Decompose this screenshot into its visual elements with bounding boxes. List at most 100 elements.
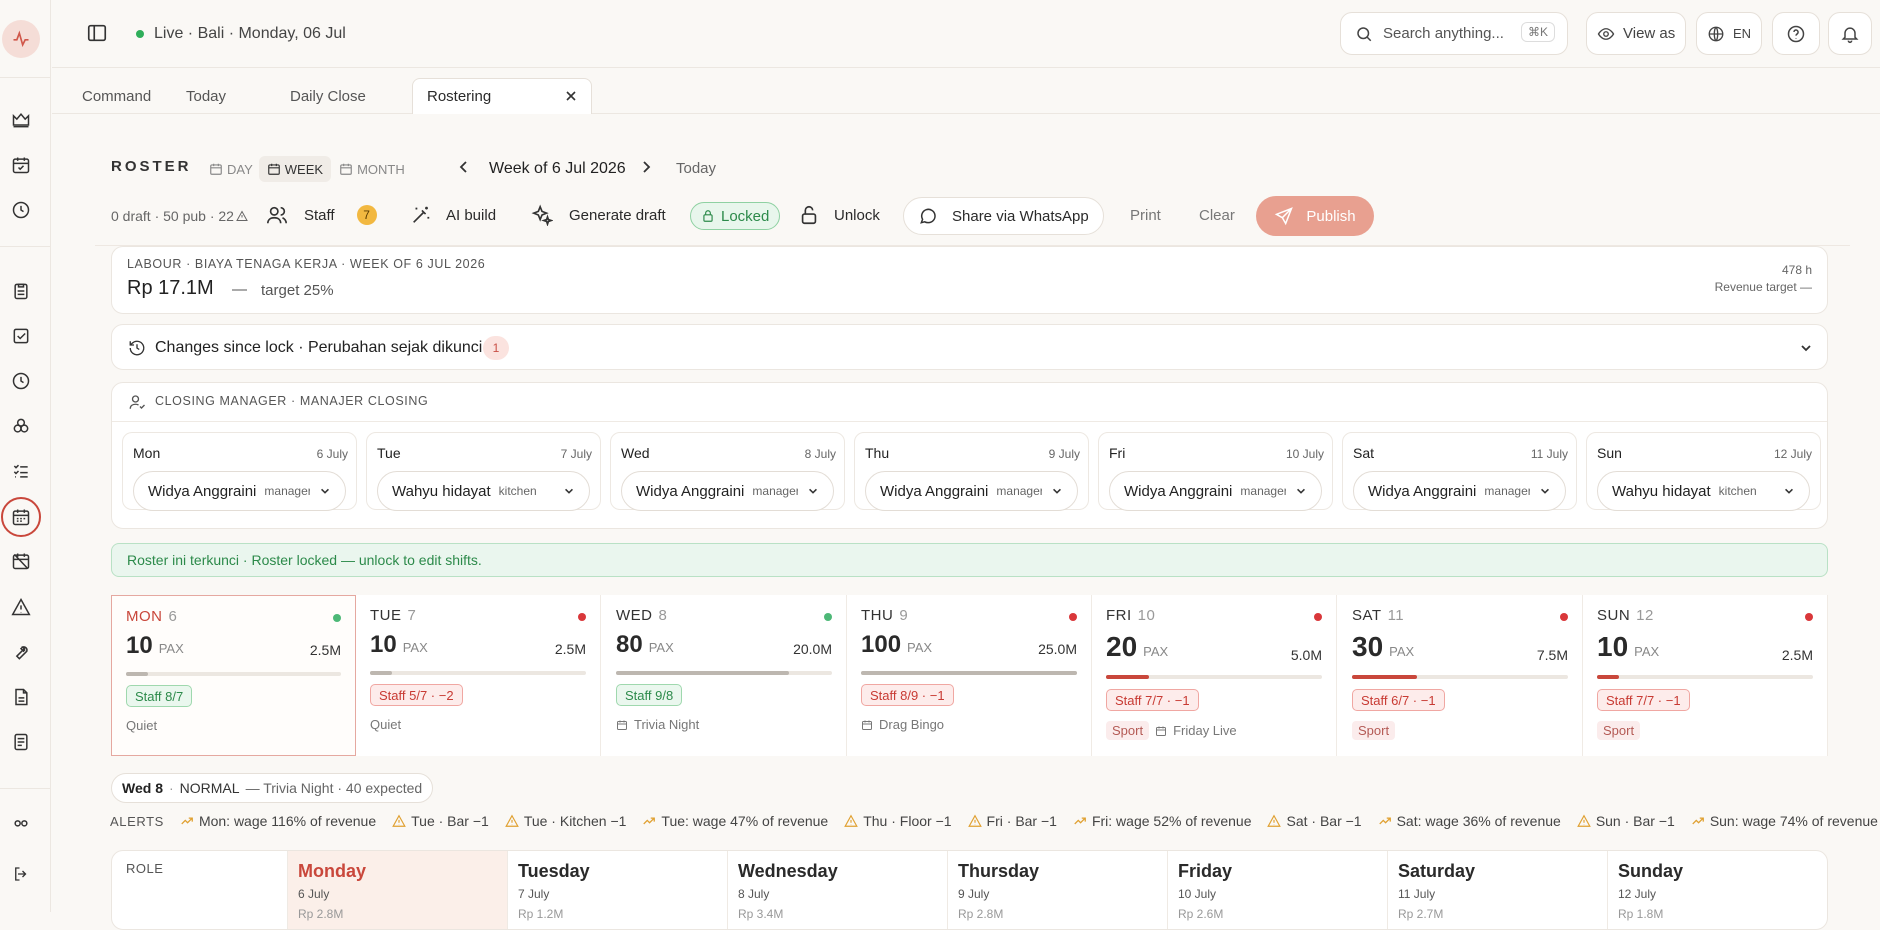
receipt-icon[interactable] xyxy=(9,730,33,754)
closing-manager-select[interactable]: Widya Anggraini manager xyxy=(1109,471,1322,511)
closing-manager-select[interactable]: Widya Anggraini manager xyxy=(133,471,346,511)
tab-rostering[interactable]: Rostering xyxy=(412,78,592,114)
closing-manager-select[interactable]: Wahyu hidayat kitchen xyxy=(1597,471,1810,511)
calendar-off-icon[interactable] xyxy=(9,549,33,573)
tab-today[interactable]: Today xyxy=(172,78,240,114)
next-week-icon[interactable] xyxy=(640,159,652,175)
alert-text: Sat: wage 36% of revenue xyxy=(1396,813,1561,829)
lock-icon xyxy=(703,210,713,222)
grid-day-column: Wednesday 8 July Rp 3.4M xyxy=(727,851,947,929)
roster-calendar-icon[interactable] xyxy=(1,497,41,537)
alert-item[interactable]: Fri · Bar −1 xyxy=(967,813,1057,829)
alert-item[interactable]: Tue: wage 47% of revenue xyxy=(642,813,828,829)
day-card-fri[interactable]: FRI 10 20 PAX 5.0M Staff 7/7 · −1 Sport Friday … xyxy=(1092,595,1337,756)
clear-button[interactable]: Clear xyxy=(1199,207,1235,224)
changes-since-lock-panel[interactable]: Changes since lock · Perubahan sejak dik… xyxy=(111,324,1828,370)
search-input[interactable]: Search anything... xyxy=(1383,25,1504,42)
alert-item[interactable]: Tue · Bar −1 xyxy=(392,813,489,829)
share-whatsapp-button[interactable]: Share via WhatsApp xyxy=(903,197,1104,235)
chevron-down-icon xyxy=(1051,485,1063,497)
day-card-header: TUE 7 xyxy=(370,607,416,624)
print-button[interactable]: Print xyxy=(1130,207,1161,224)
day-card-footer: Quiet xyxy=(126,718,157,733)
prev-week-icon[interactable] xyxy=(458,159,470,175)
warning-icon[interactable] xyxy=(9,595,33,619)
alert-item[interactable]: Sun · Bar −1 xyxy=(1576,813,1675,829)
clock-icon[interactable] xyxy=(9,198,33,222)
boxes-icon[interactable] xyxy=(9,414,33,438)
alerts-bar: ALERTS Mon: wage 116% of revenue Tue · Ba… xyxy=(110,813,1880,829)
alert-item[interactable]: Thu · Floor −1 xyxy=(844,813,952,829)
grid-day-column: Saturday 11 July Rp 2.7M xyxy=(1387,851,1607,929)
alert-item[interactable]: Tue · Kitchen −1 xyxy=(504,813,626,829)
alert-item[interactable]: Sun: wage 74% of revenue xyxy=(1691,813,1878,829)
generate-draft-button[interactable]: Generate draft xyxy=(531,204,666,226)
tab-command[interactable]: Command xyxy=(68,78,165,114)
publish-button[interactable]: Publish xyxy=(1256,196,1374,236)
status-dot xyxy=(578,613,586,621)
pax-count: 20 PAX xyxy=(1106,631,1168,663)
sport-tag: Sport xyxy=(1352,721,1396,740)
language-button[interactable]: EN xyxy=(1696,12,1762,55)
closing-day-fri: Fri 10 July Widya Anggraini manager xyxy=(1098,432,1333,511)
pax-label: PAX xyxy=(907,640,933,655)
grid-day-name: Thursday xyxy=(958,861,1040,881)
grid-day-revenue: Rp 2.8M xyxy=(958,907,1004,921)
day-card-wed[interactable]: WED 8 80 PAX 20.0M Staff 9/8 Trivia Night xyxy=(602,595,847,756)
document-icon[interactable] xyxy=(9,685,33,709)
calendar-icon xyxy=(210,163,222,175)
help-icon xyxy=(1787,25,1805,42)
ai-build-label: AI build xyxy=(446,206,497,224)
chevron-down-icon[interactable] xyxy=(1799,341,1813,355)
alert-item[interactable]: Sat: wage 36% of revenue xyxy=(1378,813,1561,829)
more-icon[interactable] xyxy=(9,812,33,828)
checklist-icon[interactable] xyxy=(9,459,33,483)
staff-button[interactable]: Staff 7 xyxy=(266,204,377,226)
pax-label: PAX xyxy=(1389,644,1415,659)
alert-item[interactable]: Fri: wage 52% of revenue xyxy=(1073,813,1251,829)
alert-item[interactable]: Sat · Bar −1 xyxy=(1267,813,1362,829)
day-number: 9 xyxy=(899,607,909,624)
clipboard-icon[interactable] xyxy=(9,279,33,303)
unlock-button[interactable]: Unlock xyxy=(798,204,880,226)
history-clock-icon[interactable] xyxy=(9,369,33,393)
tab-daily-close[interactable]: Daily Close xyxy=(276,78,380,114)
day-card-header: SUN 12 xyxy=(1597,607,1654,624)
logout-icon[interactable] xyxy=(9,862,33,886)
day-number: 12 xyxy=(1636,607,1654,624)
notifications-button[interactable] xyxy=(1828,12,1872,55)
activity-logo-icon[interactable] xyxy=(2,20,40,58)
search-box[interactable]: Search anything... ⌘K xyxy=(1340,12,1568,55)
wrench-icon[interactable] xyxy=(9,640,33,664)
alert-text: Sun · Bar −1 xyxy=(1595,813,1675,829)
closing-manager-select[interactable]: Wahyu hidayat kitchen xyxy=(377,471,590,511)
alert-item[interactable]: Mon: wage 116% of revenue xyxy=(180,813,376,829)
mode-month-button[interactable]: MONTH xyxy=(331,156,413,182)
sidebar-toggle-icon[interactable] xyxy=(86,22,108,44)
closing-manager-select[interactable]: Widya Anggraini manager xyxy=(865,471,1078,511)
checkbox-icon[interactable] xyxy=(9,324,33,348)
help-button[interactable] xyxy=(1772,12,1820,55)
day-card-thu[interactable]: THU 9 100 PAX 25.0M Staff 8/9 · −1 Drag Bingo xyxy=(847,595,1092,756)
pax-label: PAX xyxy=(648,640,674,655)
day-card-tue[interactable]: TUE 7 10 PAX 2.5M Staff 5/7 · −2 Quiet xyxy=(356,595,601,756)
manager-name: Widya Anggraini xyxy=(1368,482,1477,500)
mode-day-button[interactable]: DAY xyxy=(203,156,259,182)
view-as-button[interactable]: View as xyxy=(1586,12,1686,55)
grid-day-date: 10 July xyxy=(1178,887,1217,901)
close-tab-icon[interactable] xyxy=(565,90,577,102)
mode-week-button[interactable]: WEEK xyxy=(258,156,332,182)
crown-icon[interactable] xyxy=(9,108,33,132)
day-card-footer: Sport xyxy=(1352,721,1396,740)
calendar-check-icon[interactable] xyxy=(9,153,33,177)
manager-role: manager xyxy=(1240,484,1287,498)
day-card-sat[interactable]: SAT 11 30 PAX 7.5M Staff 6/7 · −1 Sport xyxy=(1338,595,1583,756)
today-button[interactable]: Today xyxy=(676,160,716,177)
closing-day-date: 9 July xyxy=(1048,447,1080,461)
ai-build-button[interactable]: AI build xyxy=(410,204,496,226)
day-card-mon[interactable]: MON 6 10 PAX 2.5M Staff 8/7 Quiet xyxy=(111,595,356,756)
chevron-down-icon xyxy=(1539,485,1551,497)
closing-manager-select[interactable]: Widya Anggraini manager xyxy=(1353,471,1566,511)
closing-manager-select[interactable]: Widya Anggraini manager xyxy=(621,471,834,511)
day-card-sun[interactable]: SUN 12 10 PAX 2.5M Staff 7/7 · −1 Sport xyxy=(1583,595,1828,756)
